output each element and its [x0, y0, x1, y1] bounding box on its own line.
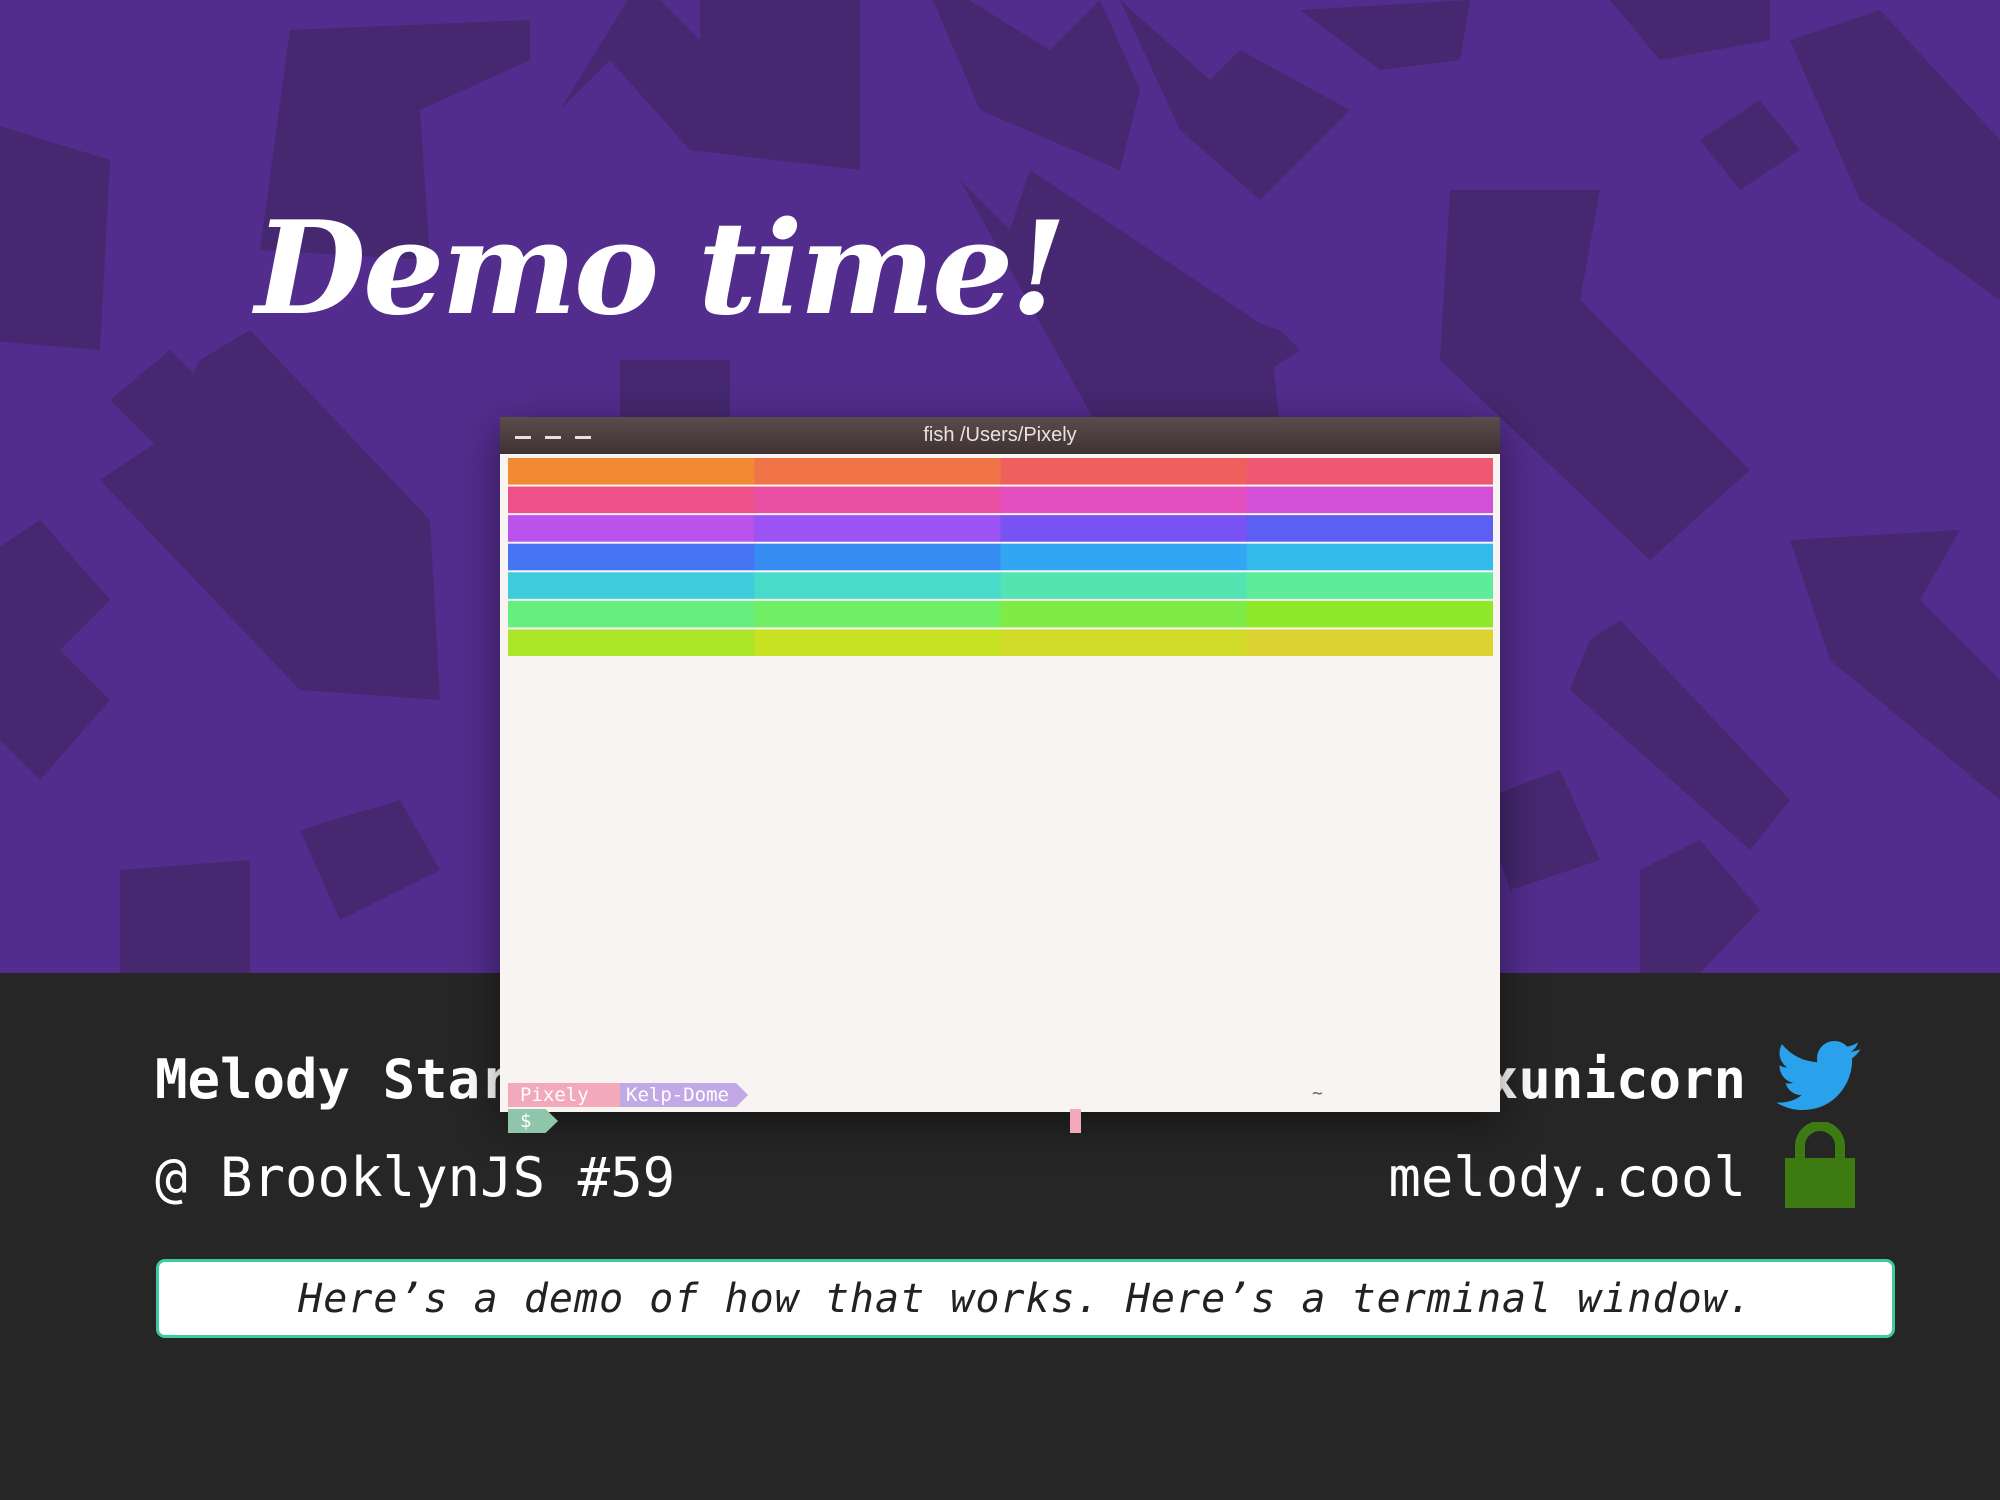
rainbow-segment: [1246, 629, 1493, 656]
terminal-cursor[interactable]: [1070, 1109, 1081, 1133]
rainbow-segment: [508, 486, 756, 514]
rainbow-segment: [508, 458, 756, 485]
rainbow-segment: [1246, 600, 1493, 628]
rainbow-segment: [754, 458, 1002, 485]
rainbow-segment: [1246, 543, 1493, 571]
rainbow-segment: [1000, 600, 1248, 628]
prompt-host-segment: Kelp-Dome: [600, 1083, 748, 1107]
lock-icon: [1785, 1122, 1855, 1208]
rainbow-segment: [1000, 572, 1248, 599]
twitter-bird-icon[interactable]: [1777, 1040, 1862, 1112]
event-name: @ BrooklynJS #59: [155, 1146, 676, 1209]
rainbow-segment: [754, 600, 1002, 628]
caption-text: Here’s a demo of how that works. Here’s …: [298, 1275, 1753, 1322]
rainbow-segment: [754, 515, 1002, 542]
prompt-user-segment: Pixely: [508, 1083, 620, 1107]
rainbow-segment: [1000, 515, 1248, 542]
rainbow-segment: [508, 600, 756, 628]
terminal-title: fish /Users/Pixely: [923, 424, 1077, 446]
terminal-titlebar[interactable]: fish /Users/Pixely: [500, 417, 1500, 454]
rainbow-segment: [754, 629, 1002, 656]
rainbow-segment: [1000, 458, 1248, 485]
rainbow-segment: [508, 572, 756, 599]
slide-title: Demo time!: [255, 194, 1067, 344]
rainbow-segment: [754, 572, 1002, 599]
prompt-path: ~: [1312, 1083, 1323, 1104]
rainbow-segment: [1246, 515, 1493, 542]
rainbow-segment: [1246, 458, 1493, 485]
rainbow-segment: [508, 515, 756, 542]
rainbow-segment: [754, 543, 1002, 571]
website-link[interactable]: melody.cool: [1388, 1151, 1746, 1205]
caption-box: Here’s a demo of how that works. Here’s …: [156, 1259, 1895, 1338]
rainbow-segment: [1000, 486, 1248, 514]
rainbow-segment: [1246, 572, 1493, 599]
rainbow-segment: [1000, 629, 1248, 656]
rainbow-segment: [1246, 486, 1493, 514]
rainbow-output: [508, 458, 1493, 656]
terminal-window[interactable]: fish /Users/Pixely Kelp-Dome Pixely ~ $: [500, 417, 1500, 1133]
rainbow-segment: [508, 543, 756, 571]
prompt-symbol: $: [508, 1109, 558, 1133]
rainbow-segment: [754, 486, 1002, 514]
rainbow-segment: [508, 629, 756, 656]
rainbow-segment: [1000, 543, 1248, 571]
